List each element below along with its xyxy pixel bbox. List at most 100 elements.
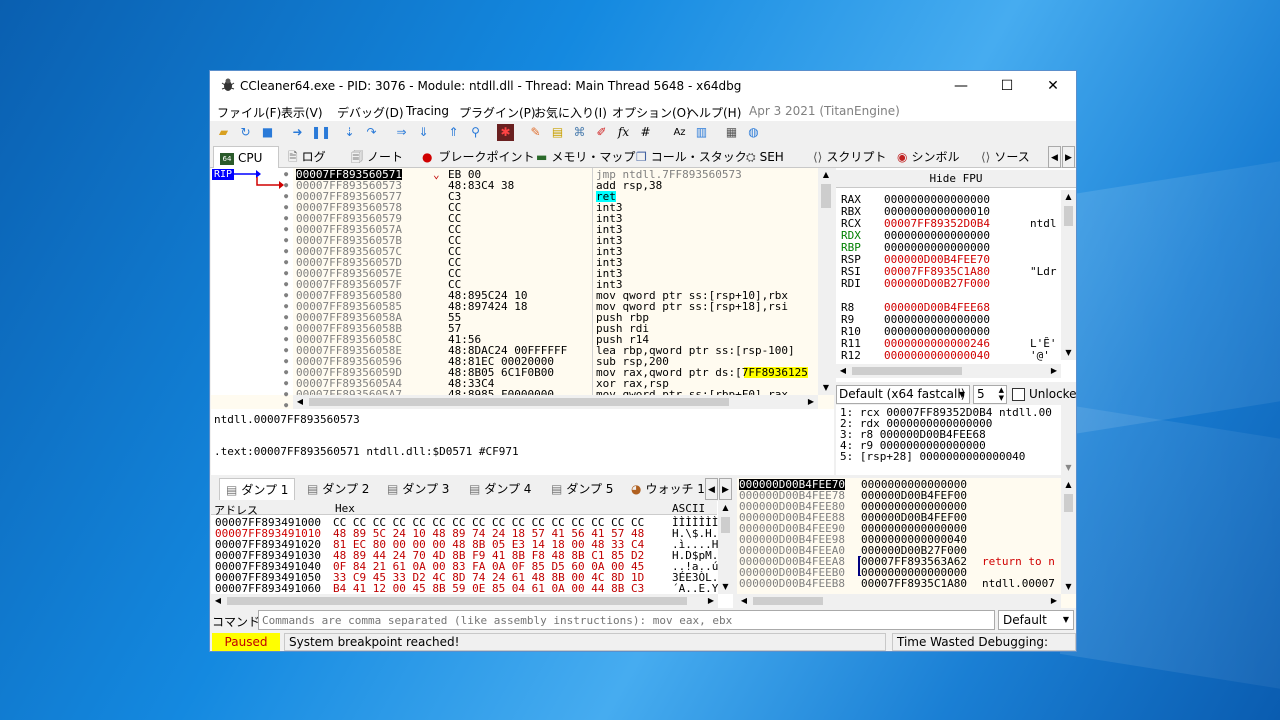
- maximize-button[interactable]: ☐: [984, 71, 1030, 101]
- scylla-icon[interactable]: ✱: [497, 124, 514, 141]
- register-value[interactable]: 00007FF89352D0B4: [884, 218, 990, 229]
- breakpoint-gutter-icon[interactable]: ●: [284, 301, 288, 312]
- scroll-left-icon[interactable]: ◀: [293, 395, 307, 409]
- bookmarks-icon[interactable]: ✐: [593, 124, 610, 141]
- restart-icon[interactable]: ↻: [237, 124, 254, 141]
- tab-scroll-left-icon[interactable]: ◀: [1048, 146, 1061, 168]
- breakpoint-gutter-icon[interactable]: ●: [284, 334, 288, 345]
- tab-memory-map[interactable]: ▬ メモリ・マップ: [536, 146, 635, 168]
- stop-icon[interactable]: ■: [259, 124, 276, 141]
- tab-cpu[interactable]: 64 CPU: [213, 146, 279, 168]
- argument-count-spinner[interactable]: 5 ▲ ▼: [973, 385, 1007, 404]
- register-value[interactable]: 0000000000000000: [884, 194, 990, 205]
- stack-view[interactable]: 000000D00B4FEE70 0000000000000000 000000D0…: [737, 478, 1076, 608]
- tab-symbols[interactable]: ◉ シンボル: [897, 146, 960, 168]
- breakpoint-gutter-icon[interactable]: ●: [284, 367, 288, 378]
- scroll-left-icon[interactable]: ◀: [737, 594, 751, 608]
- register-value[interactable]: 000000D00B27F000: [884, 278, 990, 289]
- stack-address[interactable]: 000000D00B4FEEB8: [739, 578, 845, 589]
- breakpoint-gutter-icon[interactable]: ●: [284, 246, 288, 257]
- tab-notes[interactable]: 🗐 ノート: [351, 146, 403, 168]
- comments-icon[interactable]: ▤: [549, 124, 566, 141]
- scroll-thumb[interactable]: [227, 597, 687, 605]
- tab-source[interactable]: ⟨⟩ ソース: [981, 146, 1030, 168]
- scroll-down-icon[interactable]: ▼: [1061, 461, 1076, 475]
- scroll-right-icon[interactable]: ▶: [1047, 364, 1061, 378]
- run-to-user-code-icon[interactable]: ⚲: [467, 124, 484, 141]
- calling-convention-select[interactable]: Default (x64 fastcall) ▼: [836, 385, 970, 404]
- hash-icon[interactable]: #: [637, 124, 654, 141]
- disassembly-view[interactable]: RIP ● 00007FF893560571 EB 00 jmp ntdll.7FF8…: [211, 168, 834, 409]
- arguments-view[interactable]: 1: rcx 00007FF89352D0B4 ntdll.00 2: rdx 0…: [836, 405, 1076, 475]
- step-into-icon[interactable]: ⇣: [341, 124, 358, 141]
- tab-scroll-left-icon[interactable]: ◀: [705, 478, 718, 500]
- register-value[interactable]: 0000000000000000: [884, 314, 990, 325]
- scroll-up-icon[interactable]: ▲: [1061, 478, 1076, 492]
- menu-options[interactable]: オプション(O): [612, 104, 691, 121]
- registers-vertical-scrollbar[interactable]: ▲ ▼: [1061, 190, 1076, 360]
- dump-ascii[interactable]: ´A..E.Y: [672, 583, 718, 594]
- breakpoint-gutter-icon[interactable]: ●: [284, 389, 288, 400]
- breakpoint-gutter-icon[interactable]: ●: [284, 191, 288, 202]
- tab-scroll-right-icon[interactable]: ▶: [719, 478, 732, 500]
- tab-dump-3[interactable]: ▤ ダンプ 3: [381, 478, 455, 500]
- menu-file[interactable]: ファイル(F): [217, 104, 281, 121]
- scroll-right-icon[interactable]: ▶: [804, 395, 818, 409]
- breakpoint-gutter-icon[interactable]: ●: [284, 180, 288, 191]
- tab-log[interactable]: 🗎 ログ: [288, 146, 326, 168]
- scroll-thumb[interactable]: [1064, 206, 1073, 226]
- minimize-button[interactable]: —: [938, 71, 984, 101]
- menu-favourites[interactable]: お気に入り(I): [534, 104, 607, 121]
- unlocked-checkbox[interactable]: [1012, 388, 1025, 401]
- dump-vertical-scrollbar[interactable]: ▲ ▼: [718, 501, 733, 594]
- register-value[interactable]: 0000000000000000: [884, 326, 990, 337]
- command-input[interactable]: [258, 610, 995, 630]
- scroll-down-icon[interactable]: ▼: [818, 381, 834, 395]
- scroll-down-icon[interactable]: ▼: [1061, 346, 1076, 360]
- scroll-up-icon[interactable]: ▲: [1061, 190, 1076, 204]
- tab-dump-5[interactable]: ▤ ダンプ 5: [545, 478, 619, 500]
- scroll-left-icon[interactable]: ◀: [836, 364, 850, 378]
- pause-icon[interactable]: ❚❚: [311, 124, 331, 141]
- disasm-horizontal-scrollbar[interactable]: ◀ ▶: [293, 395, 818, 409]
- arguments-vertical-scrollbar[interactable]: ▼: [1061, 405, 1076, 475]
- title-bar[interactable]: CCleaner64.exe - PID: 3076 - Module: ntd…: [210, 71, 1076, 101]
- disasm-vertical-scrollbar[interactable]: ▲ ▼: [818, 168, 834, 395]
- run-icon[interactable]: ➜: [289, 124, 306, 141]
- font-icon[interactable]: Aᴢ: [671, 124, 688, 141]
- breakpoint-gutter-icon[interactable]: ●: [284, 235, 288, 246]
- stack-horizontal-scrollbar[interactable]: ◀ ▶: [737, 594, 1061, 608]
- breakpoint-gutter-icon[interactable]: ●: [284, 213, 288, 224]
- breakpoint-gutter-icon[interactable]: ●: [284, 169, 288, 180]
- strings-icon[interactable]: ▥: [693, 124, 710, 141]
- menu-help[interactable]: ヘルプ(H): [687, 104, 741, 121]
- functions-icon[interactable]: fx: [615, 124, 632, 141]
- register-value[interactable]: 0000000000000010: [884, 206, 990, 217]
- breakpoint-gutter-icon[interactable]: ●: [284, 290, 288, 301]
- breakpoint-gutter-icon[interactable]: ●: [284, 312, 288, 323]
- command-engine-select[interactable]: Default ▼: [998, 610, 1074, 630]
- stack-value[interactable]: 00007FF8935C1A80: [861, 578, 967, 589]
- scroll-thumb[interactable]: [852, 367, 962, 375]
- close-button[interactable]: ✕: [1030, 71, 1076, 101]
- scroll-left-icon[interactable]: ◀: [211, 594, 225, 608]
- menu-view[interactable]: 表示(V): [281, 104, 323, 121]
- scroll-down-icon[interactable]: ▼: [1061, 580, 1076, 594]
- tab-call-stack[interactable]: ❐ コール・スタック: [636, 146, 747, 168]
- menu-debug[interactable]: デバッグ(D): [337, 104, 404, 121]
- dump-horizontal-scrollbar[interactable]: ◀ ▶: [211, 594, 718, 608]
- register-value[interactable]: 00007FF8935C1A80: [884, 266, 990, 277]
- scroll-thumb[interactable]: [1064, 494, 1073, 512]
- scroll-up-icon[interactable]: ▲: [818, 168, 834, 182]
- dump-hex[interactable]: B4 41 12 00 45 8B 59 0E 85 04 61 0A 00 4…: [333, 583, 644, 594]
- register-value[interactable]: 0000000000000000: [884, 230, 990, 241]
- breakpoint-gutter-icon[interactable]: ●: [284, 257, 288, 268]
- register-value[interactable]: 0000000000000000: [884, 242, 990, 253]
- menu-plugins[interactable]: プラグイン(P): [459, 104, 536, 121]
- dump-address[interactable]: 00007FF893491060: [215, 583, 321, 594]
- scroll-thumb[interactable]: [309, 398, 729, 406]
- scroll-right-icon[interactable]: ▶: [1047, 594, 1061, 608]
- registers-view[interactable]: Hide FPU RAX 0000000000000000 RBX 000000000…: [836, 168, 1076, 382]
- scroll-thumb[interactable]: [721, 517, 730, 533]
- argument-row[interactable]: 5: [rsp+28] 0000000000000040: [840, 451, 1025, 462]
